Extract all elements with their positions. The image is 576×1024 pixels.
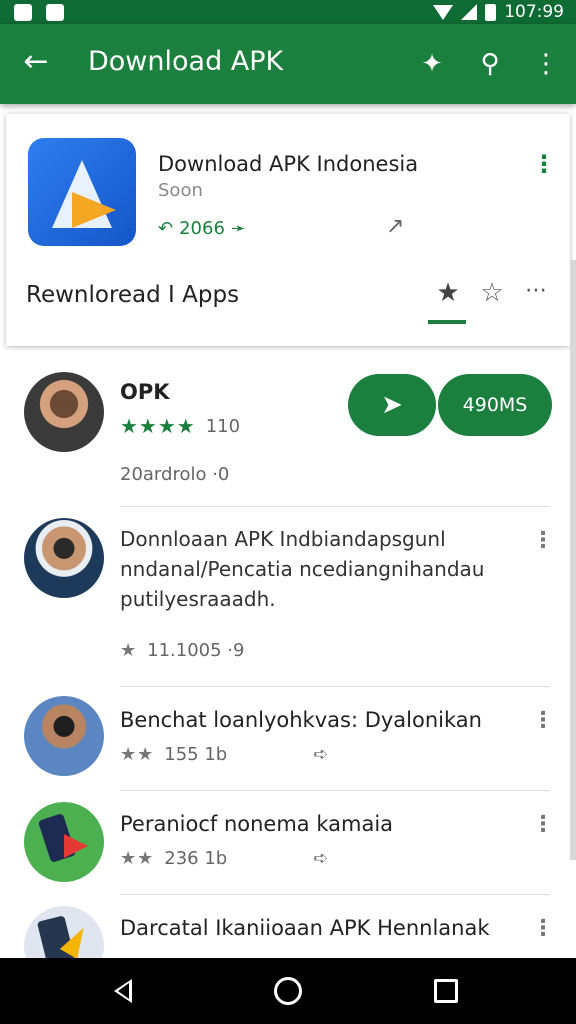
install-button[interactable]: 490MS	[438, 374, 552, 436]
wifi-icon	[433, 4, 454, 20]
avatar	[24, 802, 104, 882]
divider	[120, 894, 550, 895]
page-title: Download APK	[88, 46, 284, 77]
send-button[interactable]: ➤	[348, 374, 436, 436]
system-nav-bar	[0, 958, 576, 1024]
app-icon[interactable]	[28, 138, 136, 246]
download-count: 2066	[179, 218, 225, 239]
avatar	[24, 696, 104, 776]
avatar	[24, 518, 104, 598]
download-stats: ↶ 2066 ➛	[158, 218, 246, 239]
more-vert-icon[interactable]: ⋮	[532, 150, 556, 178]
refresh-icon: ↶	[158, 218, 174, 239]
rating-stars-icon: ★★	[120, 848, 155, 869]
share-icon[interactable]: ↗	[386, 214, 404, 239]
star-icon: ★	[120, 640, 138, 661]
item-title: Darcatal Ikaniioaan APK Hennlanak	[120, 916, 490, 940]
more-vert-icon[interactable]: ⋮	[532, 708, 554, 733]
scrollbar[interactable]	[570, 260, 576, 860]
more-vert-icon[interactable]: ⋮	[532, 812, 554, 837]
more-vert-icon[interactable]: ⋮	[532, 528, 554, 553]
signal-icon	[461, 4, 478, 20]
share-icon[interactable]: ➪	[313, 848, 328, 869]
app-bar: ← Download APK ✦ ⚲ ⋮	[0, 24, 576, 104]
leaf-icon: ➛	[230, 218, 246, 239]
rating-stars-icon: ★★★★	[120, 414, 196, 438]
notification-icon	[46, 4, 64, 21]
search-icon[interactable]: ⚲	[472, 46, 508, 82]
arrow-icon	[64, 834, 88, 858]
avatar	[24, 372, 104, 452]
developer-name[interactable]: Soon	[158, 180, 203, 201]
back-icon[interactable]	[114, 979, 132, 1003]
share-dots-icon[interactable]: ⋯	[518, 278, 554, 303]
battery-icon	[485, 3, 497, 21]
item-meta: ★★ 155 1b ➪	[120, 744, 329, 765]
app-header-card: Download APK Indonesia Soon ↶ 2066 ➛ ↗ ⋮…	[6, 114, 570, 346]
status-bar: 107:99	[0, 0, 576, 24]
tab-indicator	[428, 320, 466, 324]
item-title: Benchat loanlyohkvas: Dyalonikan	[120, 708, 482, 732]
rating-stars-icon: ★★	[120, 744, 155, 765]
divider	[120, 686, 550, 687]
arrow-left-icon[interactable]: ←	[18, 44, 54, 80]
item-description: Donnloaan APK Indbiandapsgunl nndanal/Pe…	[120, 527, 485, 611]
recents-icon[interactable]	[434, 979, 458, 1003]
divider	[120, 790, 550, 791]
more-vert-icon[interactable]: ⋮	[532, 916, 554, 941]
pin-icon[interactable]: ✦	[414, 46, 450, 82]
item-meta: ★ 11.1005 ·9	[120, 640, 245, 661]
star-filled-icon[interactable]: ★	[430, 278, 466, 308]
star-outline-icon[interactable]: ☆	[474, 278, 510, 308]
notification-icon	[14, 4, 32, 21]
item-rating: ★★★★ 110	[120, 414, 241, 438]
share-icon[interactable]: ➪	[313, 744, 328, 765]
home-icon[interactable]	[274, 977, 302, 1005]
status-time: 107:99	[504, 2, 564, 22]
item-title: OPK	[120, 380, 170, 404]
section-label: Rewnloread I Apps	[26, 282, 240, 308]
divider	[120, 506, 550, 507]
item-subtitle: 20ardrolo ·0	[120, 464, 230, 485]
item-meta: ★★ 236 1b ➪	[120, 848, 329, 869]
more-vert-icon[interactable]: ⋮	[528, 46, 564, 82]
app-title: Download APK Indonesia	[158, 152, 419, 176]
item-title: Peraniocf nonema kamaia	[120, 812, 394, 836]
